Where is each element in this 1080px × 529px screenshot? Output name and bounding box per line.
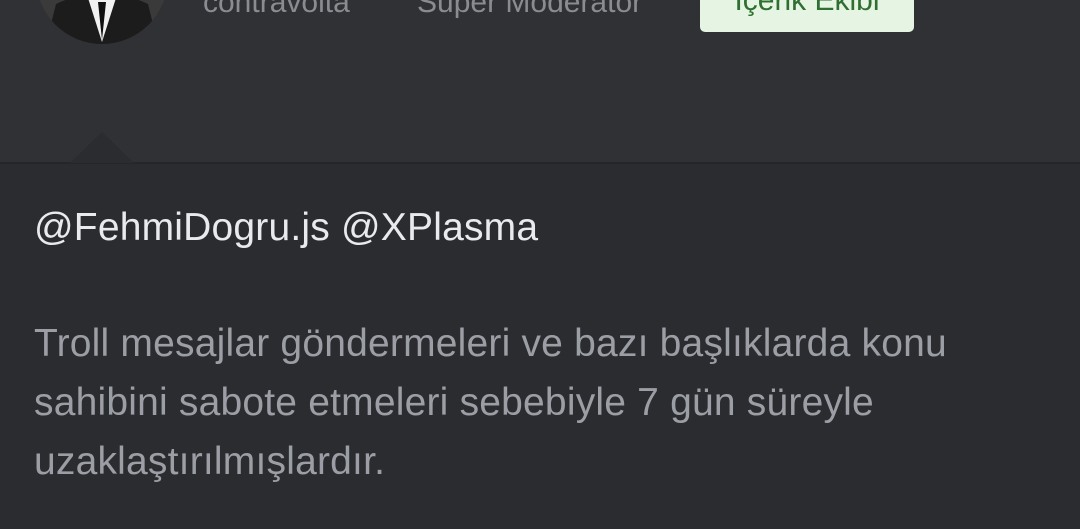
post-body: @FehmiDogru.js @XPlasma Troll mesajlar g… — [0, 164, 1080, 529]
author-avatar[interactable] — [36, 0, 168, 44]
author-username[interactable]: contravolta — [203, 0, 350, 20]
user-avatar-icon — [36, 0, 168, 44]
author-role: Super Moderatör — [417, 0, 643, 19]
caret-pointer — [70, 132, 134, 163]
team-badge: İçerik Ekibi — [700, 0, 914, 32]
post-author-header: contravolta Super Moderatör İçerik Ekibi — [0, 0, 1080, 164]
post-message: Troll mesajlar göndermeleri ve bazı başl… — [34, 322, 947, 483]
post-mentions[interactable]: @FehmiDogru.js @XPlasma — [34, 206, 538, 250]
